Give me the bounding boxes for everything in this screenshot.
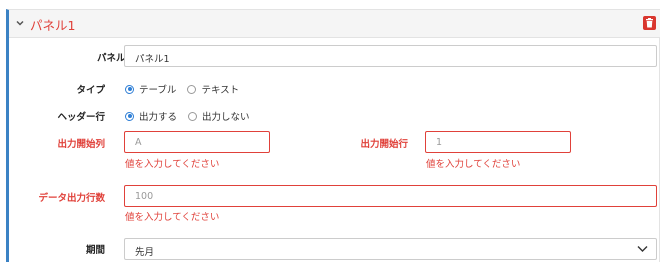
header-no-output-radio[interactable]: [188, 111, 198, 121]
data-rows-error: 値を入力してください: [125, 212, 220, 223]
header-no-output-label[interactable]: 出力しない: [202, 109, 250, 123]
type-table-label[interactable]: テーブル: [139, 82, 176, 96]
type-radio-group: テーブル テキスト: [125, 82, 250, 96]
start-row-error: 値を入力してください: [426, 159, 521, 170]
panel-header[interactable]: パネル1: [9, 10, 660, 38]
start-column-error: 値を入力してください: [125, 159, 220, 170]
period-select[interactable]: 先月: [124, 238, 657, 260]
type-table-radio[interactable]: [125, 84, 134, 94]
start-row-label: 出力開始行: [360, 139, 408, 150]
period-label: 期間: [85, 245, 105, 256]
panel-name-input[interactable]: パネル1: [124, 45, 657, 67]
start-row-input[interactable]: 1: [425, 131, 571, 153]
period-selected-value: 先月: [135, 247, 155, 258]
data-rows-label: データ出力行数: [38, 193, 105, 204]
data-rows-input[interactable]: 100: [124, 185, 657, 207]
type-text-radio[interactable]: [187, 84, 197, 94]
type-label: タイプ: [76, 85, 105, 96]
delete-panel-button[interactable]: [643, 16, 656, 30]
header-row-radio-group: 出力する 出力しない: [125, 109, 261, 123]
header-output-radio[interactable]: [125, 111, 134, 121]
start-column-label: 出力開始列: [57, 139, 105, 150]
header-output-label[interactable]: 出力する: [139, 109, 177, 123]
panel-title: パネル1: [30, 18, 76, 33]
chevron-down-icon[interactable]: [14, 17, 26, 29]
start-column-input[interactable]: A: [124, 131, 270, 153]
chevron-down-icon: [637, 246, 648, 252]
type-text-label[interactable]: テキスト: [201, 82, 239, 96]
trash-icon: [646, 18, 653, 28]
header-row-label: ヘッダー行: [57, 112, 105, 123]
